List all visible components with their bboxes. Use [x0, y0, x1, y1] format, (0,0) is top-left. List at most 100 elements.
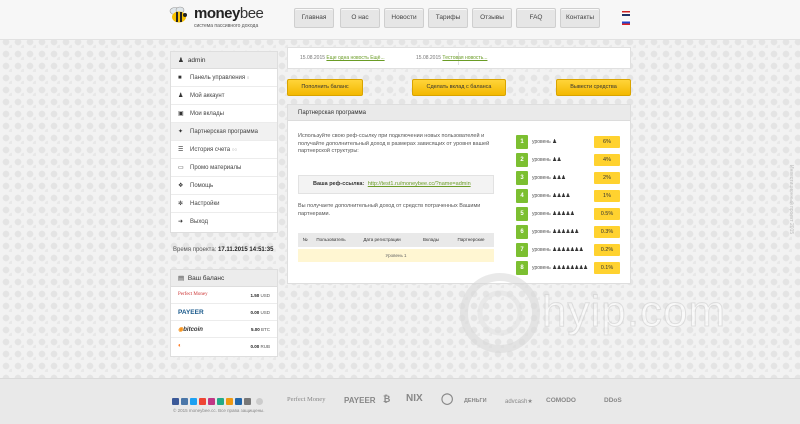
people-icon: ♟♟♟♟♟♟♟: [552, 247, 584, 253]
people-icon: ♟♟♟♟♟♟: [552, 229, 579, 235]
header: moneybee система пассивного дохода Главн…: [0, 0, 800, 40]
level-percent: 0.5%: [594, 208, 620, 220]
people-icon: ♟: [552, 139, 557, 145]
col-user: Пользователь: [312, 233, 350, 247]
sidebar-item-deposits[interactable]: ▣ Мои вклады: [171, 105, 277, 123]
user-icon: ♟: [178, 93, 184, 99]
sidebar-item-dashboard[interactable]: ■ Панель управления ○: [171, 69, 277, 87]
level-row: 2 уровень ♟♟ 4%: [516, 153, 621, 167]
ddos-protection-logo: DDoS: [604, 397, 622, 404]
table-row: Уровень 1: [298, 249, 494, 262]
col-partner-income: Партнерские: [448, 233, 494, 247]
social-icon[interactable]: [172, 398, 179, 405]
payeer-logo: PAYEER: [178, 309, 204, 316]
bitcoin-logo: ₿: [383, 394, 391, 404]
user-icon: ♟: [178, 57, 184, 64]
level-row: 4 уровень ♟♟♟♟ 1%: [516, 189, 621, 203]
sidebar-user: ♟ admin: [171, 52, 277, 69]
side-ad-text: Инвестиционный проект 2015: [788, 165, 794, 235]
sidebar-item-logout[interactable]: ➜ Выход: [171, 213, 277, 231]
social-icon[interactable]: [181, 398, 188, 405]
level-row: 3 уровень ♟♟♟ 2%: [516, 171, 621, 185]
balance-header: ▤ Ваш баланс: [171, 270, 277, 287]
advcash-logo: advcash★: [505, 399, 533, 405]
bitcoin-logo: ◉bitcoin: [178, 327, 203, 333]
sidebar-item-history[interactable]: ☰ История счета ○○: [171, 141, 277, 159]
nav-about[interactable]: О нас: [340, 8, 380, 28]
comodo-logo: COMODO: [546, 397, 576, 404]
level-row: 1 уровень ♟ 6%: [516, 135, 621, 149]
yandex-money-icon: ◐: [178, 343, 182, 349]
level-percent: 2%: [594, 172, 620, 184]
flag-ru-icon[interactable]: [622, 20, 630, 25]
referrals-table: № Пользователь Дата регистрации Вклады П…: [298, 233, 494, 265]
social-icon[interactable]: [244, 398, 251, 405]
copyright: © 2015 moneybee.cc. Все права защищены.: [173, 408, 265, 413]
news-ticker: 15.08.2015 Еще одна новость Ещё... 15.08…: [287, 47, 631, 69]
invest-from-balance-button[interactable]: Сделать вклад с баланса: [412, 79, 506, 96]
nav-contacts[interactable]: Контакты: [560, 8, 600, 28]
nav-tariffs[interactable]: Тарифы: [428, 8, 468, 28]
sidebar-item-settings[interactable]: ✻ Настройки: [171, 195, 277, 213]
partner-panel: Партнерская программа Используйте свою р…: [287, 104, 631, 284]
level-percent: 6%: [594, 136, 620, 148]
level-row: 7 уровень ♟♟♟♟♟♟♟ 0.2%: [516, 243, 621, 257]
social-icon[interactable]: [190, 398, 197, 405]
plus-icon[interactable]: [256, 398, 263, 405]
server-time: Время проекта: 17.11.2015 14:51:35: [173, 247, 274, 253]
col-registered: Дата регистрации: [350, 233, 414, 247]
qiwi-logo: ◯: [441, 393, 454, 405]
watermark: hyip.com: [450, 263, 726, 373]
nav-news[interactable]: Новости: [384, 8, 424, 28]
monitor-icon: ▭: [178, 165, 184, 171]
sidebar-menu: ♟ admin ■ Панель управления ○ ♟ Мой аккаун…: [170, 51, 278, 233]
partner-income-text: Вы получаете дополнительный доход от сре…: [298, 203, 481, 217]
yandex-money-logo: ДЕНЬГИ: [464, 398, 487, 404]
level-percent: 1%: [594, 190, 620, 202]
balance-row: ◐ 0.00 RUB: [178, 343, 270, 349]
ref-link-box: Ваша реф-ссылка: http://test1.ru/moneybe…: [298, 175, 494, 194]
gear-icon: ✻: [178, 201, 184, 207]
withdraw-button[interactable]: Вывести средства: [556, 79, 631, 96]
sidebar-item-partner[interactable]: ✦ Партнерская программа: [171, 123, 277, 141]
news-item: 15.08.2015 Еще одна новость Ещё...: [300, 55, 385, 61]
ref-link[interactable]: http://test1.ru/moneybee.cc/?name=admin: [368, 181, 471, 187]
lock-icon: ■: [178, 75, 182, 81]
news-item: 15.08.2015 Тестовая новость...: [416, 55, 488, 61]
social-icon[interactable]: [226, 398, 233, 405]
partner-title: Партнерская программа: [288, 105, 630, 121]
wallet-icon: ▤: [178, 275, 185, 282]
social-icon[interactable]: [199, 398, 206, 405]
sidebar-item-account[interactable]: ♟ Мой аккаунт: [171, 87, 277, 105]
news-link[interactable]: Еще одна новость Ещё...: [326, 55, 384, 61]
social-icon[interactable]: [217, 398, 224, 405]
nav-home[interactable]: Главная: [294, 8, 334, 28]
exit-icon: ➜: [178, 219, 184, 225]
perfect-money-logo: Perfect Money: [178, 292, 208, 297]
deposit-button[interactable]: Пополнить баланс: [287, 79, 363, 96]
briefcase-icon: ▣: [178, 111, 184, 117]
perfect-money-logo: Perfect Money: [287, 396, 326, 403]
bee-icon: [169, 6, 187, 23]
sidebar-item-help[interactable]: ❖ Помощь: [171, 177, 277, 195]
flag-en-icon[interactable]: [622, 11, 630, 16]
social-icon[interactable]: [235, 398, 242, 405]
people-icon: ♟♟♟: [552, 175, 566, 181]
social-icon[interactable]: [208, 398, 215, 405]
brand-tagline: система пассивного дохода: [194, 23, 259, 29]
news-link[interactable]: Тестовая новость...: [442, 55, 487, 61]
partner-intro: Используйте свою реф-ссылку при подключе…: [298, 133, 490, 154]
balance-row: Perfect Money 1.50 USD: [171, 287, 277, 304]
level-percent: 0.2%: [594, 244, 620, 256]
nav-faq[interactable]: FAQ: [516, 8, 556, 28]
nav-reviews[interactable]: Отзывы: [472, 8, 512, 28]
people-icon: ♟♟♟♟♟: [552, 211, 575, 217]
payeer-logo: PAYEER: [344, 396, 376, 405]
logo[interactable]: moneybee система пассивного дохода: [169, 4, 279, 32]
col-number: №: [298, 233, 312, 247]
col-deposits: Вклады: [414, 233, 448, 247]
level-percent: 0.3%: [594, 226, 620, 238]
nix-money-logo: NIX: [406, 393, 423, 404]
sidebar-item-promo[interactable]: ▭ Промо материалы: [171, 159, 277, 177]
help-icon: ❖: [178, 183, 184, 189]
